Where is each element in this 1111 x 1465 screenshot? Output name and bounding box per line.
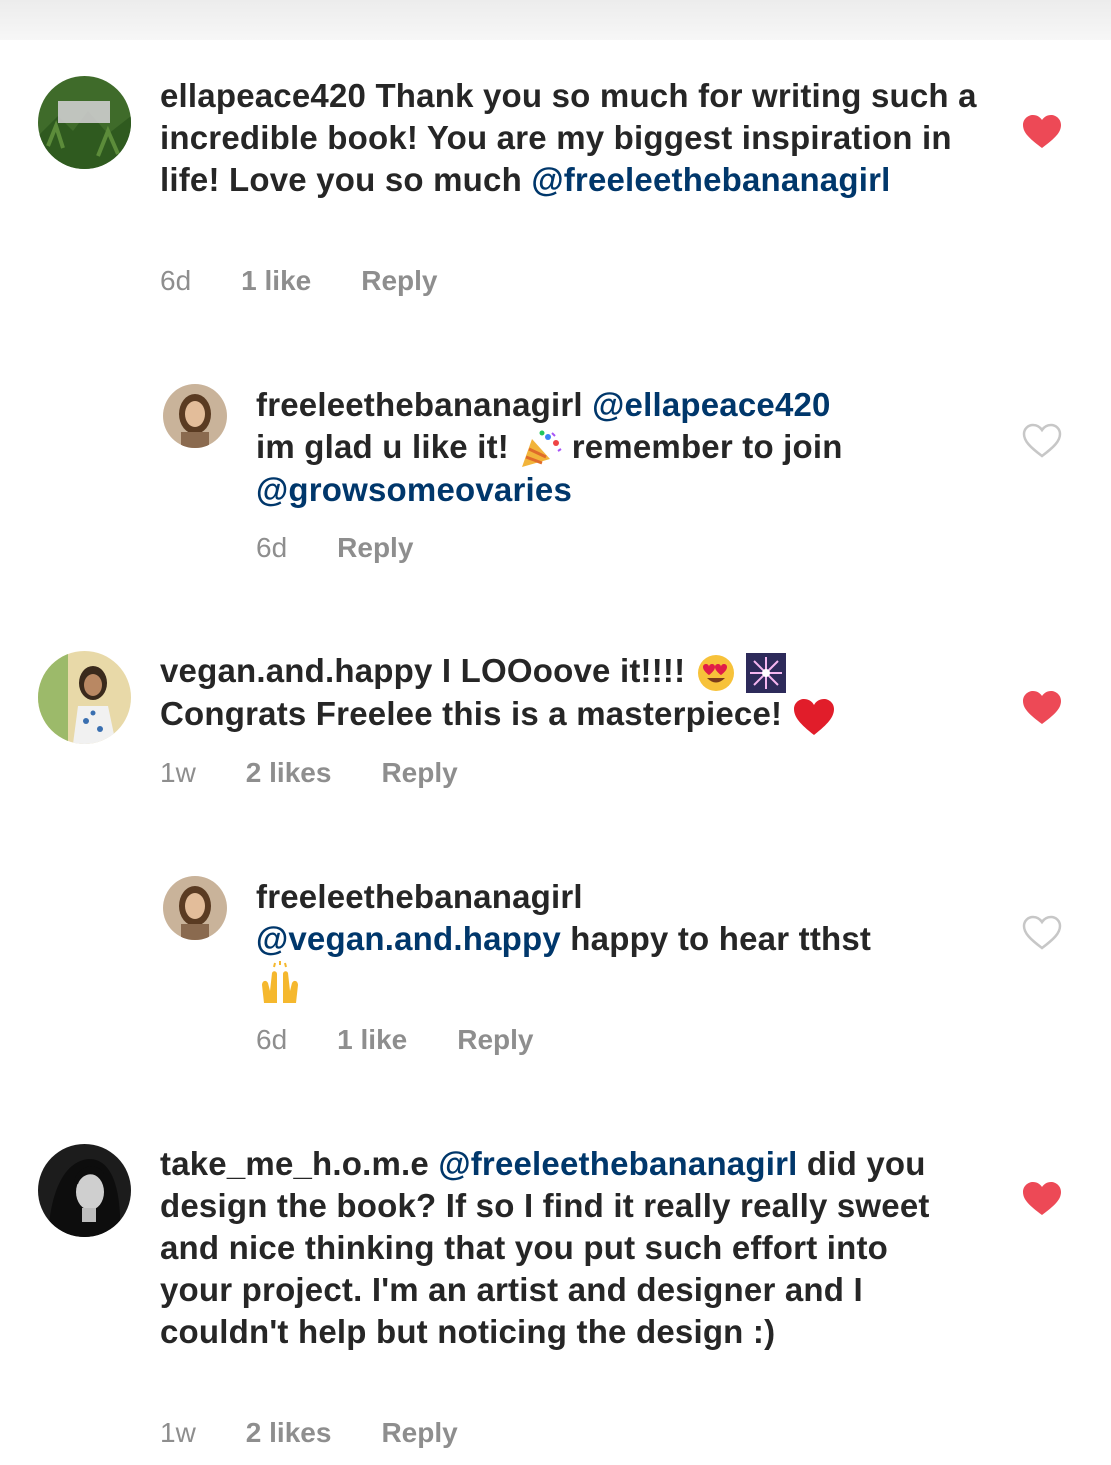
comment-meta: 6d 1 like Reply [256,1024,583,1056]
comment-meta: 6d 1 like Reply [160,265,487,297]
timestamp: 1w [160,757,196,788]
like-heart-outline-icon[interactable] [1022,423,1062,459]
raising-hands-emoji [256,961,304,1005]
username[interactable]: ellapeace420 [160,77,366,114]
comment-meta: 1w 2 likes Reply [160,757,508,789]
top-bar [0,0,1111,40]
mention-link[interactable]: @freeleethebananagirl [531,161,890,198]
comment-body: Congrats Freelee this is a masterpiece! [160,695,792,733]
comment-body: I LOOoove it!!!! [432,652,695,689]
reply-button[interactable]: Reply [381,757,457,789]
reply-button[interactable]: Reply [381,1417,457,1449]
avatar[interactable] [163,876,227,940]
comment-meta: 1w 2 likes Reply [160,1417,508,1449]
mention-link[interactable]: @freeleethebananagirl [429,1145,798,1182]
reply-button[interactable]: Reply [337,532,413,564]
timestamp: 6d [256,1024,288,1055]
username[interactable]: freeleethebananagirl [256,878,583,915]
comment-meta: 6d Reply [256,532,463,564]
reply-button[interactable]: Reply [361,265,437,297]
likes-count[interactable]: 2 likes [246,1417,332,1449]
comment-body: im glad u like it! [256,428,519,465]
party-popper-emoji [518,429,562,469]
heart-eyes-emoji [695,653,737,693]
like-heart-outline-icon[interactable] [1022,915,1062,951]
firework-emoji [746,653,787,694]
mention-link[interactable]: @growsomeovaries [256,471,572,508]
comment-body: happy to hear tthst [560,920,872,957]
avatar[interactable] [38,1144,131,1237]
timestamp: 6d [160,265,192,296]
like-heart-icon[interactable] [1022,114,1062,150]
comment-text: ellapeace420 Thank you so much for writi… [160,75,980,201]
comment-text: freeleethebananagirl @ellapeace420 im gl… [256,384,976,511]
mention-link[interactable]: @ellapeace420 [583,386,831,423]
avatar[interactable] [38,651,131,744]
comment-text: take_me_h.o.m.e @freeleethebananagirl di… [160,1143,960,1353]
username[interactable]: freeleethebananagirl [256,386,583,423]
comment-body: remember to join [562,428,843,465]
avatar[interactable] [163,384,227,448]
avatar[interactable] [38,76,131,169]
username[interactable]: take_me_h.o.m.e [160,1145,429,1182]
username[interactable]: vegan.and.happy [160,652,433,689]
likes-count[interactable]: 1 like [337,1024,407,1056]
mention-link[interactable]: @vegan.and.happy [256,920,561,957]
like-heart-icon[interactable] [1022,1181,1062,1217]
comment-text: freeleethebananagirl @vegan.and.happy ha… [256,876,976,1005]
timestamp: 1w [160,1417,196,1448]
comment-text: vegan.and.happy I LOOoove it!!!! Congrat… [160,650,980,737]
reply-button[interactable]: Reply [457,1024,533,1056]
like-heart-icon[interactable] [1022,690,1062,726]
likes-count[interactable]: 2 likes [246,757,332,789]
timestamp: 6d [256,532,288,563]
likes-count[interactable]: 1 like [241,265,311,297]
red-heart-emoji [792,697,836,737]
